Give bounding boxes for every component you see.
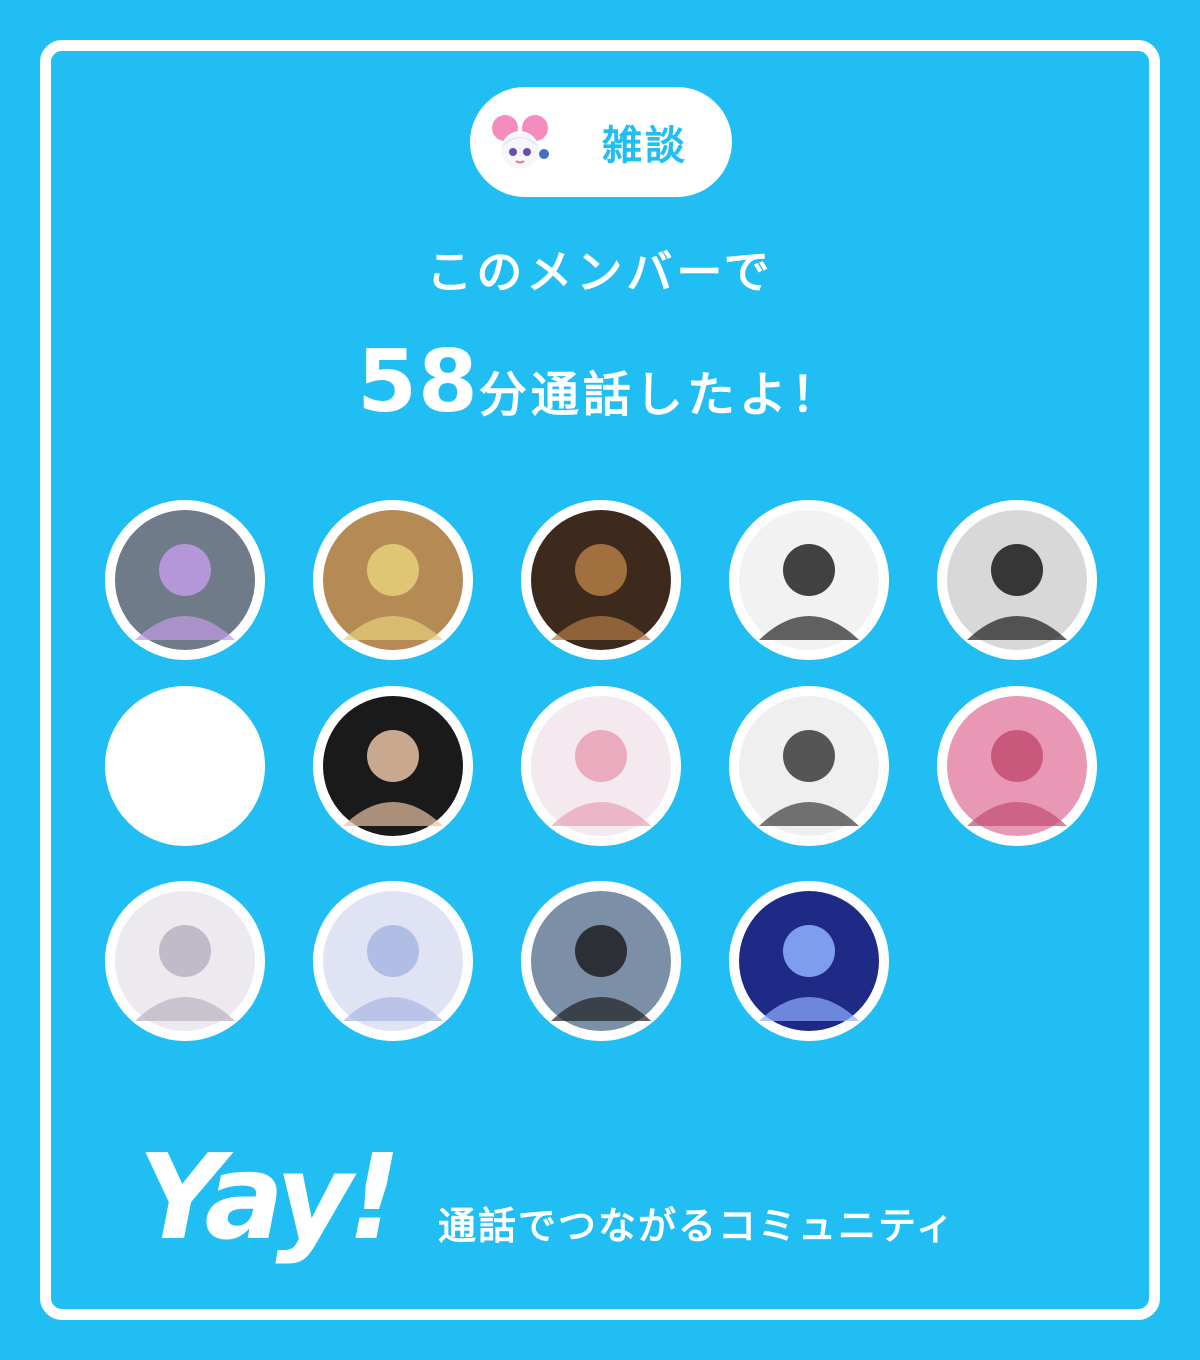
headline-line-2: 58分通話したよ！	[0, 332, 1200, 432]
topic-chip[interactable]: 雑談	[470, 87, 732, 197]
member-avatar[interactable]	[521, 500, 681, 660]
smiling-man-avatar	[521, 881, 681, 1041]
headline-line-1: このメンバーで	[426, 245, 774, 299]
member-avatar[interactable]	[521, 881, 681, 1041]
call-minutes: 58	[357, 332, 479, 432]
white-hair-anime-avatar	[105, 881, 265, 1041]
tagline: 通話でつながるコミュニティ	[438, 1204, 956, 1248]
pink-hair-girl-avatar	[521, 686, 681, 846]
blue-anime-boy-avatar	[729, 881, 889, 1041]
member-avatar[interactable]	[521, 686, 681, 846]
manga-boy-sketch-avatar	[729, 686, 889, 846]
doorway-figures-avatar	[313, 500, 473, 660]
topic-label: 雑談	[602, 123, 688, 169]
pastel-anime-girl-avatar	[313, 881, 473, 1041]
member-avatar[interactable]	[105, 686, 265, 846]
member-avatar[interactable]	[729, 500, 889, 660]
mascot-icon	[492, 115, 549, 169]
manga-swordsman-avatar	[729, 500, 889, 660]
member-avatar[interactable]	[105, 500, 265, 660]
dark-hair-boy-avatar	[313, 686, 473, 846]
member-avatar[interactable]	[729, 881, 889, 1041]
call-minutes-suffix: 分通話したよ！	[478, 367, 843, 423]
manga-girl-bw-avatar	[937, 500, 1097, 660]
member-avatar[interactable]	[313, 686, 473, 846]
member-avatar[interactable]	[313, 500, 473, 660]
member-avatar[interactable]	[313, 881, 473, 1041]
rock-character-avatar	[105, 500, 265, 660]
member-avatar[interactable]	[937, 500, 1097, 660]
member-avatar[interactable]	[729, 686, 889, 846]
member-avatar[interactable]	[105, 881, 265, 1041]
dog-avatar	[521, 500, 681, 660]
yay-logo: Yay!	[138, 1128, 401, 1266]
blank-avatar	[105, 686, 265, 846]
member-avatar[interactable]	[937, 686, 1097, 846]
pink-tint-girl-avatar	[937, 686, 1097, 846]
